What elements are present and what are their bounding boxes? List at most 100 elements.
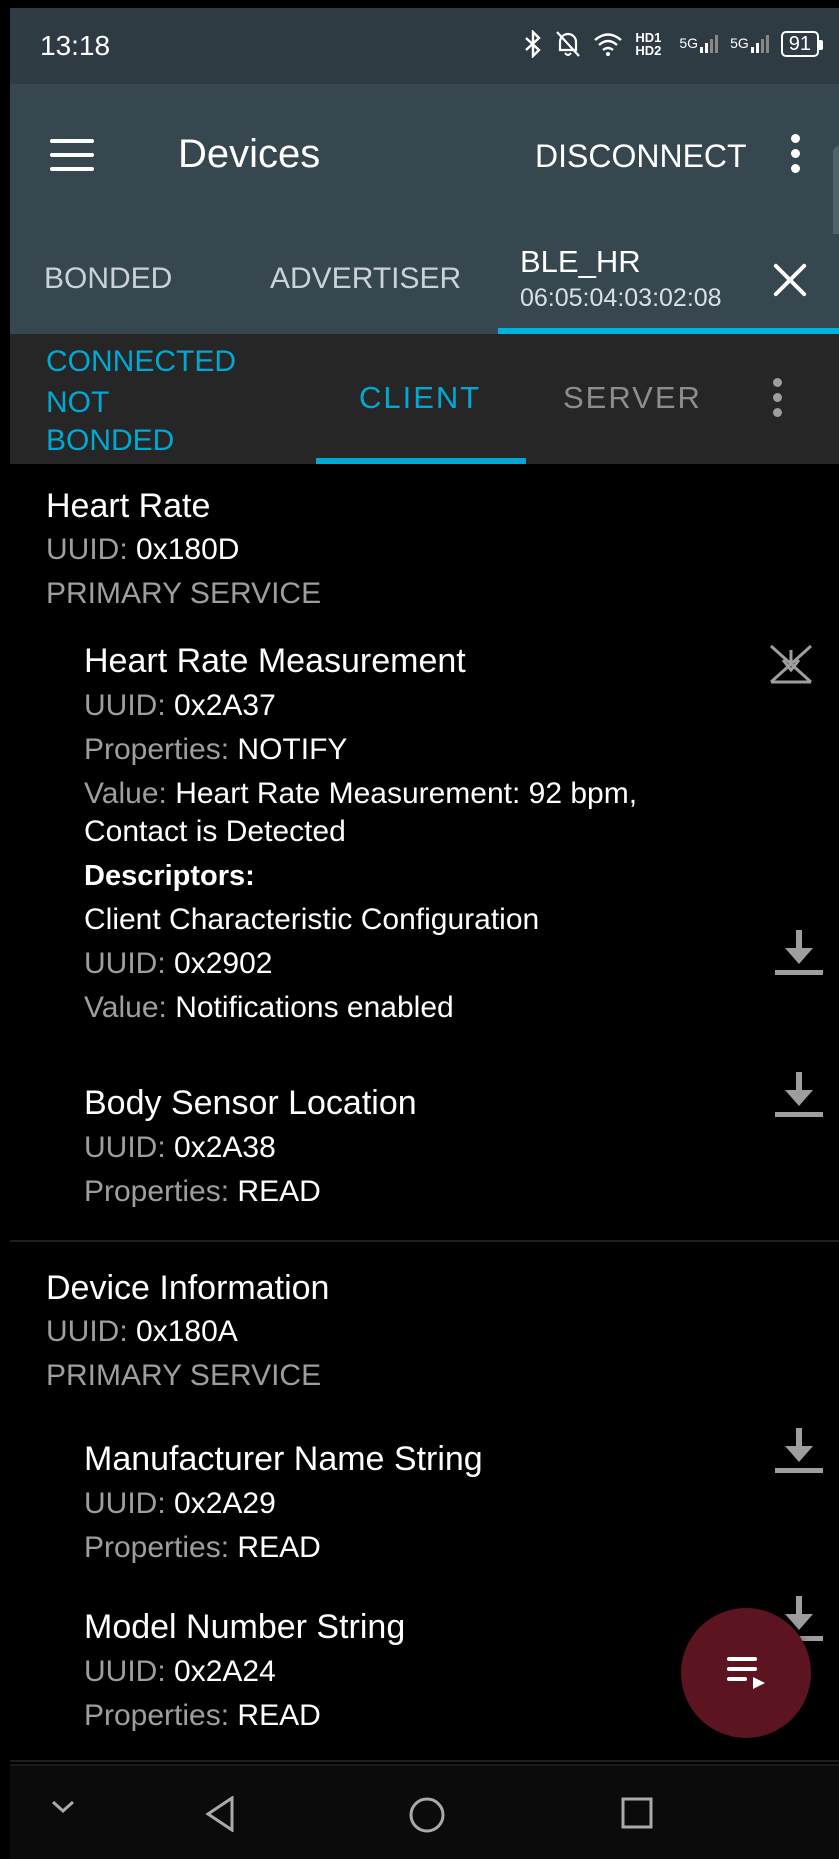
characteristic-value-line2: Contact is Detected [84,815,346,848]
characteristic-properties-row: Properties: READ [84,1170,417,1214]
characteristic-name: Heart Rate Measurement [84,642,466,680]
connection-status: CONNECTED NOT BONDED [46,342,236,460]
characteristic-properties: NOTIFY [237,733,348,766]
services-list[interactable]: Heart Rate UUID: 0x180D PRIMARY SERVICE … [10,464,839,1764]
device-tabs: BONDED ADVERTISER BLE_HR 06:05:04:03:02:… [10,234,839,334]
descriptor-value-row: Value: Notifications enabled [84,986,637,1030]
read-characteristic-download-icon[interactable] [775,1070,823,1118]
characteristic-uuid: 0x2A38 [174,1131,276,1164]
wifi-icon [594,33,623,56]
characteristic-uuid: 0x2A29 [174,1487,276,1520]
tab-device-ble-hr[interactable]: BLE_HR 06:05:04:03:02:08 [520,244,722,313]
status-time: 13:18 [40,30,111,61]
device-tab-address: 06:05:04:03:02:08 [520,284,722,312]
service-type: PRIMARY SERVICE [46,577,322,610]
service-uuid: 0x180A [136,1315,238,1348]
properties-label: Properties: [84,1175,230,1208]
characteristic-uuid: 0x2A24 [174,1655,276,1688]
descriptors-heading: Descriptors: [84,860,255,892]
uuid-label: UUID: [84,1655,166,1688]
characteristic-uuid-row: UUID: 0x2A24 [84,1650,405,1694]
service-type: PRIMARY SERVICE [46,1359,322,1392]
characteristic-uuid-row: UUID: 0x2A38 [84,1126,417,1170]
descriptor-uuid-row: UUID: 0x2902 [84,942,637,986]
characteristic-body-sensor-location[interactable]: Body Sensor Location UUID: 0x2A38 Proper… [84,1080,417,1214]
uuid-label: UUID: [84,1131,166,1164]
notifications-off-icon[interactable] [767,642,815,686]
connection-state: CONNECTED [46,345,237,378]
service-uuid-row: UUID: 0x180D [46,528,321,572]
home-icon[interactable] [408,1796,446,1834]
close-device-tab-icon[interactable] [770,260,810,300]
descriptor-uuid: 0x2902 [174,947,273,980]
characteristic-properties: READ [237,1699,321,1732]
uuid-label: UUID: [84,947,166,980]
toolbar-title: Devices [178,132,321,176]
bell-off-icon [556,31,581,57]
service-divider [10,1760,839,1762]
service-name: Device Information [46,1269,330,1307]
tab-bonded[interactable]: BONDED [44,262,172,296]
properties-label: Properties: [84,733,230,766]
hamburger-menu-icon[interactable] [50,139,94,171]
connection-bar: CONNECTED NOT BONDED CLIENT SERVER [10,334,839,464]
service-uuid-row: UUID: 0x180A [46,1310,329,1354]
characteristic-uuid-row: UUID: 0x2A29 [84,1482,483,1526]
service-heart-rate[interactable]: Heart Rate UUID: 0x180D PRIMARY SERVICE [46,484,321,616]
system-navigation-bar [10,1764,839,1859]
disconnect-button[interactable]: DISCONNECT [535,138,747,175]
toolbar-overflow-menu-icon[interactable] [789,134,801,179]
signal-label-2: 5G [730,35,749,51]
uuid-label: UUID: [46,1315,128,1348]
properties-label: Properties: [84,1699,230,1732]
back-icon[interactable] [204,1796,236,1832]
app-toolbar: Devices DISCONNECT [10,84,839,256]
characteristic-name: Model Number String [84,1608,406,1646]
tab-advertiser[interactable]: ADVERTISER [270,262,461,296]
recents-icon[interactable] [620,1796,654,1830]
characteristic-manufacturer-name[interactable]: Manufacturer Name String UUID: 0x2A29 Pr… [84,1436,483,1570]
uuid-label: UUID: [84,689,166,722]
service-device-information[interactable]: Device Information UUID: 0x180A PRIMARY … [46,1266,329,1398]
uuid-label: UUID: [46,533,128,566]
signal-icon-1: 5G [679,35,719,53]
bond-state: NOT BONDED [46,386,175,457]
read-characteristic-download-icon[interactable] [775,1426,823,1474]
characteristic-uuid-row: UUID: 0x2A37 [84,684,637,728]
value-label: Value: [84,777,167,810]
properties-label: Properties: [84,1531,230,1564]
log-fab-button[interactable] [681,1608,811,1738]
signal-icon-2: 5G [730,35,769,53]
read-descriptor-download-icon[interactable] [775,928,823,976]
characteristic-name: Body Sensor Location [84,1084,417,1122]
uuid-label: UUID: [84,1487,166,1520]
characteristic-uuid: 0x2A37 [174,689,276,722]
chevron-down-icon[interactable] [50,1796,76,1816]
status-icons: HD1 HD2 5G 5G 91 [523,30,824,58]
descriptor-name[interactable]: Client Characteristic Configuration [84,898,637,942]
characteristic-value-line1: Heart Rate Measurement: 92 bpm, [175,777,638,810]
status-bar: 13:18 HD1 HD2 5G 5G 91 [10,8,839,84]
connection-overflow-menu-icon[interactable] [771,378,783,423]
characteristic-name: Manufacturer Name String [84,1440,483,1478]
descriptor-value: Notifications enabled [175,991,454,1024]
characteristic-properties-row: Properties: READ [84,1526,483,1570]
tab-server[interactable]: SERVER [563,380,702,416]
characteristic-properties-row: Properties: NOTIFY [84,728,637,772]
device-tab-name: BLE_HR [520,244,641,279]
tab-client[interactable]: CLIENT [359,380,481,416]
hd-label: HD1 HD2 [635,30,662,58]
characteristic-model-number[interactable]: Model Number String UUID: 0x2A24 Propert… [84,1604,405,1738]
bluetooth-icon [525,30,542,58]
signal-label-1: 5G [679,35,699,51]
characteristic-heart-rate-measurement[interactable]: Heart Rate Measurement UUID: 0x2A37 Prop… [84,638,637,1030]
characteristic-properties: READ [237,1175,321,1208]
characteristic-properties: READ [237,1531,321,1564]
service-divider [10,1240,839,1242]
service-uuid: 0x180D [136,533,240,566]
value-label: Value: [84,991,167,1024]
playlist-play-icon [727,1657,767,1691]
service-name: Heart Rate [46,487,211,525]
app-screen: 13:18 HD1 HD2 5G 5G 91 Devices DISCONNEC… [10,8,839,1859]
battery-indicator: 91 [780,31,824,57]
